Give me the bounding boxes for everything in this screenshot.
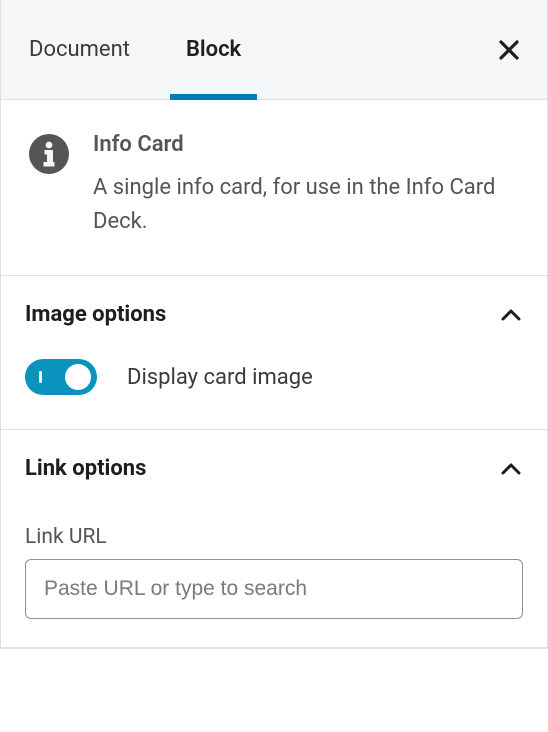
block-title: Info Card (93, 132, 519, 157)
display-card-image-label: Display card image (127, 365, 313, 390)
close-button[interactable] (495, 36, 523, 64)
close-icon (497, 38, 521, 62)
section-image-header[interactable]: Image options (1, 276, 547, 353)
tab-bar: Document Block (1, 0, 547, 100)
tab-document[interactable]: Document (1, 0, 158, 99)
section-link-header[interactable]: Link options (1, 430, 547, 507)
tab-document-label: Document (29, 37, 130, 62)
section-image-body: Display card image (1, 353, 547, 429)
chevron-up-icon (499, 457, 523, 481)
block-header: Info Card A single info card, for use in… (1, 100, 547, 276)
section-image-options: Image options Display card image (1, 276, 547, 430)
chevron-up-icon (499, 303, 523, 327)
block-description: A single info card, for use in the Info … (93, 171, 519, 239)
display-card-image-row: Display card image (25, 353, 523, 401)
section-link-options: Link options Link URL (1, 430, 547, 648)
section-link-title: Link options (25, 456, 146, 481)
link-url-label: Link URL (25, 525, 523, 549)
section-link-body: Link URL (1, 525, 547, 647)
block-header-text: Info Card A single info card, for use in… (93, 132, 519, 239)
block-inspector-panel: Document Block Info Card A single info c… (0, 0, 548, 649)
tab-block[interactable]: Block (158, 0, 269, 99)
display-card-image-toggle[interactable] (25, 359, 97, 395)
section-image-title: Image options (25, 302, 166, 327)
info-icon (29, 134, 69, 174)
tab-block-label: Block (186, 37, 241, 62)
link-url-input[interactable] (25, 559, 523, 619)
